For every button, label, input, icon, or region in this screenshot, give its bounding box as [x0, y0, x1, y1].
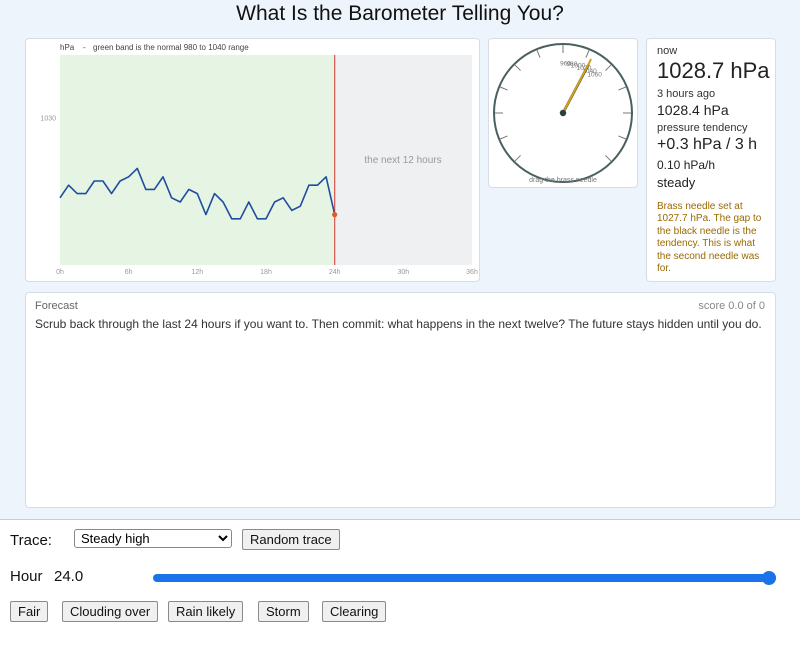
page-title: What Is the Barometer Telling You?: [236, 2, 564, 25]
tendency-label: pressure tendency: [657, 122, 748, 134]
x-tick-label: 0h: [56, 269, 64, 276]
y-tick-label: 1030: [40, 116, 56, 123]
forecast-panel: Forecast score 0.0 of 0 Scrub back throu…: [25, 292, 776, 508]
x-tick-label: 24h: [329, 269, 341, 276]
ago-value: 1028.4 hPa: [657, 102, 729, 118]
hour-label: Hour: [10, 568, 43, 585]
hour-slider-track[interactable]: [153, 574, 776, 582]
x-tick-label: 18h: [260, 269, 272, 276]
x-tick-label: 6h: [125, 269, 133, 276]
forecast-storm-button[interactable]: Storm: [258, 601, 309, 622]
forecast-rain-likely-button[interactable]: Rain likely: [168, 601, 244, 622]
trace-label: Trace:: [10, 532, 52, 549]
needle-pivot: [559, 109, 567, 117]
forecast-instructions: Scrub back through the last 24 hours if …: [35, 317, 762, 331]
barometer-dial: 1000102098010409601060 drag the brass ne…: [493, 43, 633, 184]
x-tick-label: 36h: [466, 269, 478, 276]
tendency-rate: 0.10 hPa/h: [657, 158, 716, 172]
trend-word: steady: [657, 175, 696, 190]
now-label: now: [657, 45, 678, 57]
x-tick-label: 12h: [191, 269, 203, 276]
needle-note: Brass needle set at 1027.7 hPa. The gap …: [657, 201, 762, 275]
random-trace-button[interactable]: Random trace: [242, 529, 340, 550]
forecast-label: Forecast: [35, 300, 78, 312]
readout-panel: now 1028.7 hPa 3 hours ago 1028.4 hPa pr…: [646, 38, 776, 282]
future-label: the next 12 hours: [364, 155, 441, 166]
forecast-clouding-over-button[interactable]: Clouding over: [62, 601, 159, 622]
trace-select[interactable]: Steady high: [74, 529, 232, 548]
hour-value: 24.0: [54, 568, 84, 585]
ago-label: 3 hours ago: [657, 88, 716, 100]
drag-hint: drag the brass needle: [529, 177, 597, 184]
dial-label: 960: [560, 60, 571, 67]
now-value: 1028.7 hPa: [657, 58, 770, 83]
y-unit-label: hPa: [60, 43, 75, 52]
forecast-fair-button[interactable]: Fair: [10, 601, 49, 622]
tendency-value: +0.3 hPa / 3 h: [657, 136, 758, 153]
forecast-clearing-button[interactable]: Clearing: [322, 601, 387, 622]
x-tick-label: 30h: [397, 269, 409, 276]
score-readout: score 0.0 of 0: [698, 300, 765, 312]
unit-separator: -: [83, 43, 86, 52]
pressure-chart-panel: hPa - green band is the normal 980 to 10…: [25, 38, 480, 282]
barometer-gauge-panel: 1000 1020 980 1040 960 1060 drag the brass ne…: [488, 38, 638, 188]
pressure-chart[interactable]: hPa - green band is the normal 980 to 10…: [26, 39, 481, 283]
current-pressure-marker: [332, 212, 338, 218]
dial-label: 1060: [587, 72, 602, 79]
hour-slider-thumb[interactable]: [762, 571, 776, 585]
band-note: green band is the normal 980 to 1040 ran…: [93, 43, 249, 52]
controls-bar: Trace: Steady high Random trace Hour 24.…: [0, 519, 800, 654]
